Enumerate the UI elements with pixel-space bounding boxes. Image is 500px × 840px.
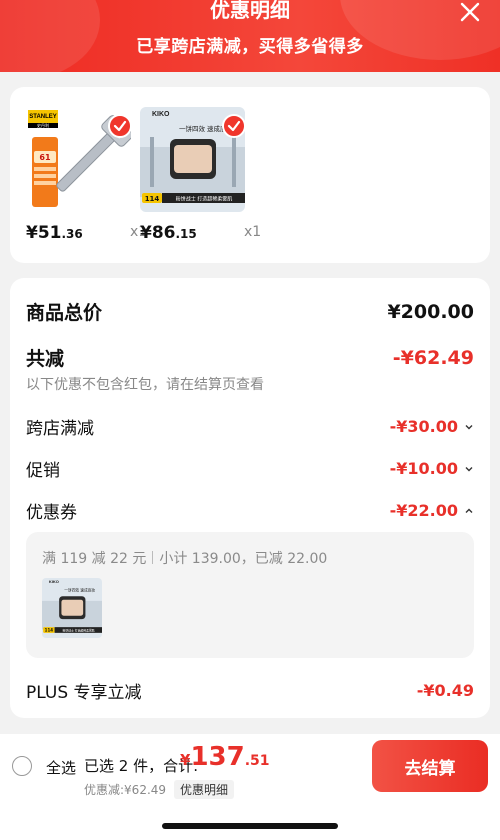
plus-label: PLUS 专享立减 (26, 683, 142, 703)
home-indicator (162, 823, 338, 829)
total-value: ¥200.00 (387, 300, 474, 323)
chevron-up-icon (465, 508, 473, 513)
brand-logo-text: STANLEY (29, 114, 57, 120)
brand-sub-text: 史丹利 (37, 122, 49, 128)
reduce-row: 共减 -¥62.49 (26, 344, 474, 371)
total-price: ¥137.51 (180, 742, 270, 772)
reduce-label: 共减 (26, 348, 65, 370)
close-icon[interactable] (456, 0, 484, 26)
product-price: ¥51.36 (26, 223, 83, 243)
product-price: ¥86.15 (140, 223, 197, 243)
svg-text:114: 114 (45, 628, 54, 633)
chevron-down-icon (465, 466, 473, 471)
coupon-detail-box: 满 119 减 22 元小计 139.00，已减 22.00 KIKO 一饼四效… (26, 532, 474, 658)
discount-row-coupon[interactable]: 优惠券 -¥22.00 (26, 498, 474, 523)
selected-check-icon[interactable] (108, 114, 132, 138)
selected-check-icon[interactable] (222, 114, 246, 138)
svg-text:一饼四效 速成底妆: 一饼四效 速成底妆 (64, 588, 95, 593)
page-title: 优惠明细 (210, 0, 290, 22)
bottom-caption: 粉饼战士 打造超稀柔雾肌 (176, 196, 233, 203)
discount-row-promo[interactable]: 促销 -¥10.00 (26, 456, 474, 481)
plus-value: -¥0.49 (416, 681, 474, 700)
chevron-down-icon (465, 424, 473, 429)
reduce-value: -¥62.49 (392, 346, 474, 369)
price-tag: 114 (145, 195, 160, 203)
select-all-radio[interactable] (12, 756, 32, 776)
svg-text:粉饼战士 打造超稀柔雾肌: 粉饼战士 打造超稀柔雾肌 (62, 628, 94, 632)
discount-row-cross-store[interactable]: 跨店满减 -¥30.00 (26, 414, 474, 439)
product-qty: x1 (244, 224, 262, 240)
plus-discount-row: PLUS 专享立减 -¥0.49 (26, 678, 474, 703)
discount-line: 优惠减:¥62.49 优惠明细 (84, 780, 235, 799)
product-card: STANLEY 史丹利 61 ¥51.36 x1 KIKO 一饼四效 速成底妆 … (10, 87, 490, 263)
brand-logo-text: KIKO (152, 111, 170, 118)
discount-summary-card: 商品总价 ¥200.00 共减 -¥62.49 以下优惠不包含红包，请在结算页查… (10, 278, 490, 718)
coupon-rule-text: 满 119 减 22 元小计 139.00，已减 22.00 (42, 551, 328, 567)
checkout-button[interactable]: 去结算 (372, 740, 488, 792)
header: 优惠明细 已享跨店满减，买得多省得多 (0, 0, 500, 72)
page-subtitle: 已享跨店满减，买得多省得多 (136, 37, 364, 57)
discount-detail-link[interactable]: 优惠明细 (174, 780, 235, 799)
total-row: 商品总价 ¥200.00 (26, 298, 474, 325)
total-label: 商品总价 (26, 302, 103, 324)
select-all-label[interactable]: 全选 (46, 757, 76, 778)
coupon-product-thumbnail[interactable]: KIKO 一饼四效 速成底妆 114 粉饼战士 打造超稀柔雾肌 (42, 578, 102, 638)
badge-number: 61 (39, 153, 51, 162)
svg-text:KIKO: KIKO (49, 579, 59, 584)
discount-note: 以下优惠不包含红包，请在结算页查看 (26, 377, 264, 393)
